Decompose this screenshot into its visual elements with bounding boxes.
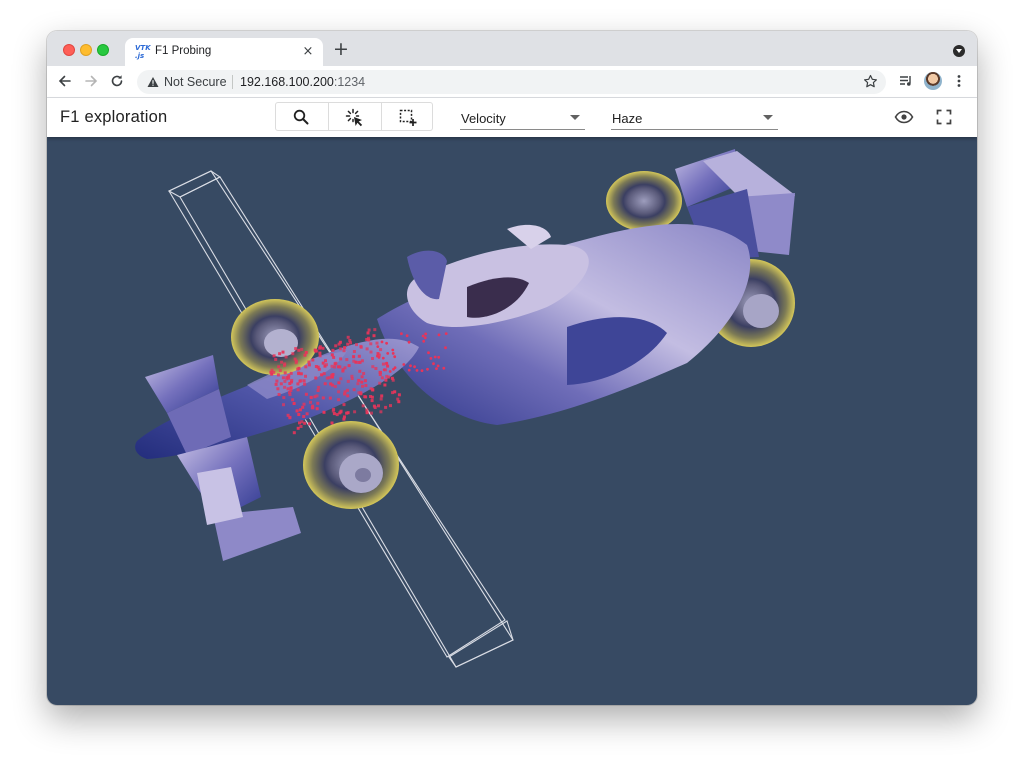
forward-arrow-icon[interactable] xyxy=(82,72,100,90)
eye-icon[interactable] xyxy=(894,109,914,125)
app-header: F1 exploration Velocity Haze xyxy=(47,98,977,137)
maximize-window-button[interactable] xyxy=(97,44,109,56)
rear-left-tire xyxy=(606,171,682,231)
chevron-down-icon xyxy=(570,115,580,120)
bookmark-star-icon[interactable] xyxy=(863,74,878,89)
url-text: 192.168.100.200:1234 xyxy=(240,75,365,89)
colormap-select[interactable]: Haze xyxy=(611,103,778,130)
tab-close-icon[interactable]: × xyxy=(301,45,315,59)
media-playlist-icon[interactable] xyxy=(898,73,914,89)
fullscreen-icon[interactable] xyxy=(936,109,952,125)
pick-point-button[interactable] xyxy=(328,103,381,130)
url-port: :1234 xyxy=(333,75,366,89)
tool-button-group xyxy=(275,102,433,131)
tab-title: F1 Probing xyxy=(155,45,212,57)
render-viewport[interactable] xyxy=(47,137,977,705)
probe-search-button[interactable] xyxy=(276,103,328,130)
address-divider xyxy=(232,75,233,89)
add-selection-button[interactable] xyxy=(381,103,434,130)
chevron-down-icon xyxy=(763,115,773,120)
tab-strip: VTK .js F1 Probing × + xyxy=(47,31,977,66)
profile-avatar[interactable] xyxy=(924,72,942,90)
front-left-tire xyxy=(231,299,319,375)
field-select[interactable]: Velocity xyxy=(460,103,585,130)
car-body xyxy=(377,223,751,425)
browser-tab[interactable]: VTK .js F1 Probing × xyxy=(125,38,323,66)
warning-icon[interactable] xyxy=(147,76,159,88)
back-arrow-icon[interactable] xyxy=(56,72,74,90)
field-select-value: Velocity xyxy=(461,111,506,126)
close-window-button[interactable] xyxy=(63,44,75,56)
pick-cursor-icon xyxy=(345,108,363,127)
f1-car-scene[interactable] xyxy=(47,137,977,705)
browser-toolbar: Not Secure 192.168.100.200:1234 xyxy=(47,66,977,98)
page-title: F1 exploration xyxy=(60,108,168,126)
colormap-select-value: Haze xyxy=(612,111,643,126)
add-selection-icon xyxy=(399,109,417,126)
tab-search-icon[interactable] xyxy=(953,45,965,57)
new-tab-button[interactable]: + xyxy=(333,40,349,59)
url-host: 192.168.100.200 xyxy=(240,75,334,89)
browser-window: VTK .js F1 Probing × + Not Secure 192.16 xyxy=(47,31,977,705)
minimize-window-button[interactable] xyxy=(80,44,92,56)
search-icon xyxy=(293,109,309,125)
address-bar[interactable]: Not Secure 192.168.100.200:1234 xyxy=(137,70,886,94)
vtk-favicon-icon: VTK .js xyxy=(135,44,151,60)
security-label: Not Secure xyxy=(164,75,227,89)
front-right-tire xyxy=(303,421,399,509)
browser-menu-icon[interactable] xyxy=(953,73,965,89)
reload-icon[interactable] xyxy=(108,72,126,90)
